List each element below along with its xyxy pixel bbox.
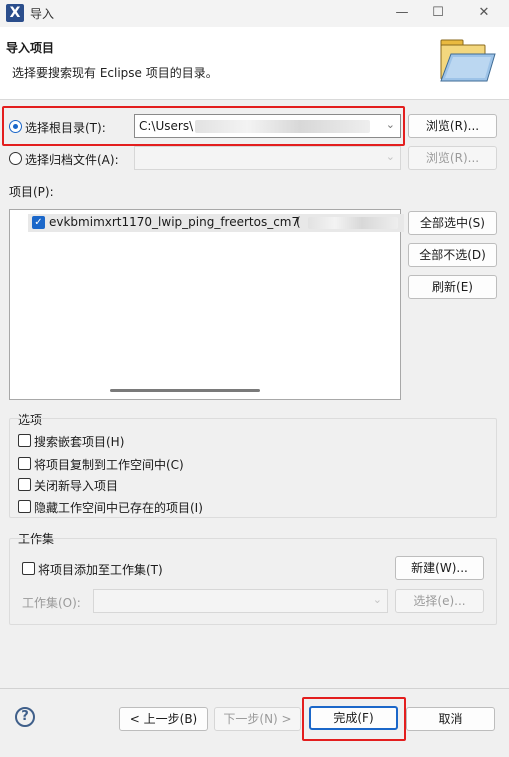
hide-existing-label: 隐藏工作空间中已存在的项目(I) xyxy=(34,501,203,515)
projects-list[interactable]: ✓ evkbmimxrt1170_lwip_ping_freertos_cm7 … xyxy=(9,209,404,400)
refresh-button[interactable]: 刷新(E) xyxy=(408,275,497,299)
redacted-path xyxy=(195,120,370,133)
list-item[interactable]: ✓ evkbmimxrt1170_lwip_ping_freertos_cm7 … xyxy=(28,214,404,232)
archive-combo[interactable]: ⌄ xyxy=(134,146,401,170)
help-icon[interactable]: ? xyxy=(15,707,35,727)
new-working-set-button[interactable]: 新建(W)... xyxy=(395,556,484,580)
finish-button[interactable]: 完成(F) xyxy=(309,706,398,730)
copy-to-workspace-checkbox[interactable] xyxy=(18,457,31,470)
project-checkbox[interactable]: ✓ xyxy=(32,216,45,229)
close-button[interactable]: ✕ xyxy=(466,0,502,27)
folder-icon xyxy=(437,36,497,86)
back-button[interactable]: < 上一步(B) xyxy=(119,707,208,731)
working-set-combo[interactable]: ⌄ xyxy=(93,589,388,613)
browse-dir-button[interactable]: 浏览(R)... xyxy=(408,114,497,138)
project-name: evkbmimxrt1170_lwip_ping_freertos_cm7 xyxy=(49,215,300,229)
app-icon: X xyxy=(6,4,24,22)
root-dir-combo[interactable]: C:\Users\ ⌄ xyxy=(134,114,401,138)
add-to-working-set-checkbox[interactable] xyxy=(22,562,35,575)
working-set-field-label: 工作集(O): xyxy=(22,596,81,610)
page-title: 导入项目 xyxy=(6,41,55,55)
project-path-prefix: ( xyxy=(296,215,301,229)
projects-label: 项目(P): xyxy=(9,185,54,199)
copy-to-workspace-label: 将项目复制到工作空间中(C) xyxy=(34,458,184,472)
chevron-down-icon: ⌄ xyxy=(385,150,395,163)
maximize-button[interactable]: ☐ xyxy=(420,0,456,27)
close-new-projects-label: 关闭新导入项目 xyxy=(34,479,119,493)
next-button[interactable]: 下一步(N) > xyxy=(214,707,301,731)
archive-label: 选择归档文件(A): xyxy=(25,153,119,167)
nested-projects-label: 搜索嵌套项目(H) xyxy=(34,435,125,449)
title-bar: X 导入 — ☐ ✕ xyxy=(0,0,509,27)
wizard-header: 导入项目 选择要搜索现有 Eclipse 项目的目录。 xyxy=(0,27,509,100)
chevron-down-icon: ⌄ xyxy=(372,593,382,606)
deselect-all-button[interactable]: 全部不选(D) xyxy=(408,243,497,267)
cancel-button[interactable]: 取消 xyxy=(406,707,495,731)
close-new-projects-checkbox[interactable] xyxy=(18,478,31,491)
footer-divider xyxy=(0,688,509,689)
minimize-button[interactable]: — xyxy=(384,0,420,27)
horizontal-scrollbar[interactable] xyxy=(110,389,260,392)
root-dir-value: C:\Users\ xyxy=(139,119,194,133)
root-dir-radio[interactable] xyxy=(9,120,22,133)
add-to-working-set-label: 将项目添加至工作集(T) xyxy=(38,563,163,577)
nested-projects-checkbox[interactable] xyxy=(18,434,31,447)
page-description: 选择要搜索现有 Eclipse 项目的目录。 xyxy=(12,66,218,80)
root-dir-label: 选择根目录(T): xyxy=(25,121,106,135)
window-title: 导入 xyxy=(30,7,55,21)
select-working-set-button[interactable]: 选择(e)... xyxy=(395,589,484,613)
redacted-project-path xyxy=(308,217,398,229)
select-all-button[interactable]: 全部选中(S) xyxy=(408,211,497,235)
browse-archive-button[interactable]: 浏览(R)... xyxy=(408,146,497,170)
chevron-down-icon: ⌄ xyxy=(385,118,395,131)
archive-radio[interactable] xyxy=(9,152,22,165)
hide-existing-checkbox[interactable] xyxy=(18,500,31,513)
